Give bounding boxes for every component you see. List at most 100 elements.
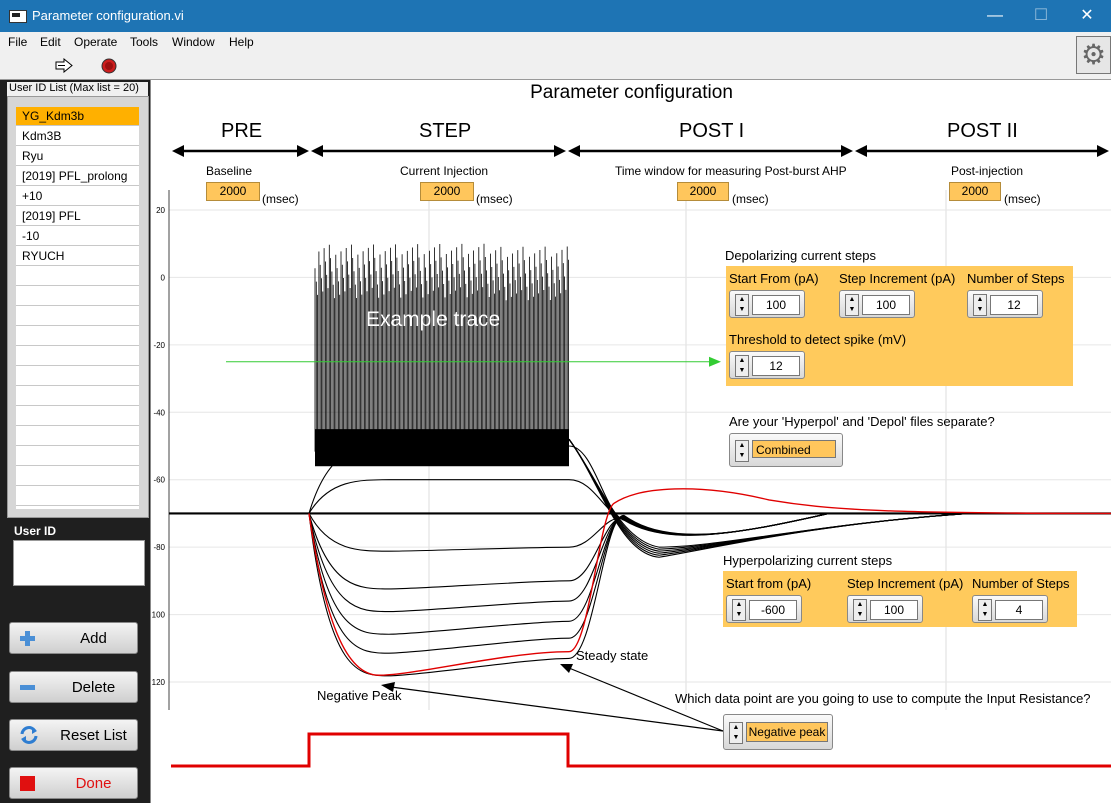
threshold-value[interactable]: 12 xyxy=(752,356,800,376)
baseline-duration-input[interactable]: 2000 xyxy=(206,182,260,201)
menu-tools[interactable]: Tools xyxy=(130,35,158,49)
input-resistance-value[interactable]: Negative peak xyxy=(746,722,828,742)
gear-icon[interactable]: ⚙ xyxy=(1076,36,1111,74)
run-arrow-icon[interactable] xyxy=(55,58,73,73)
y-tick-label: 20 xyxy=(156,206,165,215)
separate-files-selector[interactable]: ▲ ▼ Combined xyxy=(729,433,843,467)
y-tick-label: -20 xyxy=(153,341,165,350)
list-item[interactable]: [2019] PFL_prolong xyxy=(16,167,139,186)
list-item[interactable] xyxy=(16,347,139,366)
separate-files-value[interactable]: Combined xyxy=(752,440,836,458)
user-id-list-title: User ID List (Max list = 20) xyxy=(7,82,148,96)
threshold-arrow-head xyxy=(709,356,721,367)
negative-peak-label: Negative Peak xyxy=(317,688,402,703)
list-item[interactable] xyxy=(16,327,139,346)
plus-icon xyxy=(20,631,35,646)
main-panel: 20 0 -20 -40 -60 -80 100 120 Parameter configur… xyxy=(150,80,1111,803)
menu-bar: File Edit Operate Tools Window Help xyxy=(0,32,1111,52)
list-item[interactable] xyxy=(16,467,139,486)
y-tick-label: -60 xyxy=(153,476,165,485)
depol-start-value[interactable]: 100 xyxy=(752,295,800,315)
page-title: Parameter configuration xyxy=(530,82,733,103)
list-item[interactable] xyxy=(16,367,139,386)
hyperpol-steps-stepper[interactable]: ▲ ▼ 4 xyxy=(972,595,1048,623)
stop-square-icon xyxy=(20,776,35,791)
list-item[interactable] xyxy=(16,447,139,466)
depol-increment-stepper[interactable]: ▲ ▼ 100 xyxy=(839,290,915,318)
user-id-input[interactable] xyxy=(13,540,145,586)
done-button-label: Done xyxy=(75,775,112,792)
list-item[interactable] xyxy=(16,407,139,426)
hyperpol-steps-value[interactable]: 4 xyxy=(995,600,1043,620)
hyperpol-start-stepper[interactable]: ▲ ▼ -600 xyxy=(726,595,802,623)
close-button[interactable]: ✕ xyxy=(1064,0,1110,32)
phase-pre-arrow-head-left xyxy=(172,145,184,157)
hyperpol-steps-label: Number of Steps xyxy=(972,576,1070,591)
phase-post1-arrow-head-left xyxy=(568,145,580,157)
hyperpol-start-label: Start from (pA) xyxy=(726,576,812,591)
hyperpol-increment-stepper[interactable]: ▲ ▼ 100 xyxy=(847,595,923,623)
list-item[interactable]: [2019] PFL xyxy=(16,207,139,226)
steady-state-label: Steady state xyxy=(576,648,649,663)
baseline-label: Baseline xyxy=(206,164,253,178)
list-item[interactable] xyxy=(16,307,139,326)
maximize-button[interactable]: ☐ xyxy=(1018,0,1064,32)
list-item[interactable]: -10 xyxy=(16,227,139,246)
input-resistance-question: Which data point are you going to use to… xyxy=(675,691,1091,706)
list-item[interactable] xyxy=(16,487,139,506)
list-item[interactable] xyxy=(16,267,139,286)
phase-post2-title: POST II xyxy=(947,120,1018,142)
separate-files-question: Are your 'Hyperpol' and 'Depol' files se… xyxy=(729,414,995,429)
depol-start-stepper[interactable]: ▲ ▼ 100 xyxy=(729,290,805,318)
list-item[interactable]: RYUCH xyxy=(16,247,139,266)
depol-start-label: Start From (pA) xyxy=(729,271,819,286)
current-injection-label: Current Injection xyxy=(400,164,489,178)
menu-edit[interactable]: Edit xyxy=(40,35,61,49)
list-item[interactable] xyxy=(16,427,139,446)
list-item[interactable]: Kdm3B xyxy=(16,127,139,146)
list-item[interactable] xyxy=(16,387,139,406)
input-resistance-selector[interactable]: ▲ ▼ Negative peak xyxy=(723,714,833,750)
injection-unit: (msec) xyxy=(476,192,513,206)
depol-title: Depolarizing current steps xyxy=(725,248,877,263)
post1-unit: (msec) xyxy=(732,192,769,206)
list-item[interactable]: +10 xyxy=(16,187,139,206)
user-id-label: User ID xyxy=(14,524,57,538)
depol-panel: Start From (pA) Step Increment (pA) Numb… xyxy=(726,266,1073,386)
hyperpol-increment-label: Step Increment (pA) xyxy=(847,576,964,591)
post1-duration-input[interactable]: 2000 xyxy=(677,182,729,201)
depol-steps-value[interactable]: 12 xyxy=(990,295,1038,315)
depol-increment-value[interactable]: 100 xyxy=(862,295,910,315)
minimize-button[interactable]: — xyxy=(972,0,1018,32)
done-button[interactable]: Done xyxy=(9,767,138,799)
list-item[interactable]: YG_Kdm3b xyxy=(16,107,139,126)
menu-operate[interactable]: Operate xyxy=(74,35,117,49)
post2-duration-input[interactable]: 2000 xyxy=(949,182,1001,201)
menu-help[interactable]: Help xyxy=(229,35,254,49)
post-injection-label: Post-injection xyxy=(951,164,1024,178)
list-item[interactable]: Ryu xyxy=(16,147,139,166)
reset-list-button[interactable]: Reset List xyxy=(9,719,138,751)
threshold-stepper[interactable]: ▲ ▼ 12 xyxy=(729,351,805,379)
example-trace-label: Example trace xyxy=(366,308,501,331)
hyperpol-increment-value[interactable]: 100 xyxy=(870,600,918,620)
post-burst-window-label: Time window for measuring Post-burst AHP xyxy=(615,164,847,178)
abort-stop-icon[interactable] xyxy=(101,58,117,74)
add-button[interactable]: Add xyxy=(9,622,138,654)
phase-post1-title: POST I xyxy=(679,120,745,142)
delete-button-label: Delete xyxy=(71,679,116,696)
y-tick-label: -80 xyxy=(153,543,165,552)
phase-pre-arrow-head-right xyxy=(297,145,309,157)
y-tick-label: 100 xyxy=(152,611,166,620)
y-tick-label: 0 xyxy=(161,273,166,282)
depol-steps-stepper[interactable]: ▲ ▼ 12 xyxy=(967,290,1043,318)
menu-window[interactable]: Window xyxy=(172,35,215,49)
user-id-list[interactable]: YG_Kdm3b Kdm3B Ryu [2019] PFL_prolong +10 [20… xyxy=(16,107,139,509)
refresh-icon xyxy=(20,726,38,744)
menu-file[interactable]: File xyxy=(8,35,27,49)
injection-duration-input[interactable]: 2000 xyxy=(420,182,474,201)
hyperpol-start-value[interactable]: -600 xyxy=(749,600,797,620)
delete-button[interactable]: Delete xyxy=(9,671,138,703)
toolbar xyxy=(0,52,1111,80)
list-item[interactable] xyxy=(16,287,139,306)
